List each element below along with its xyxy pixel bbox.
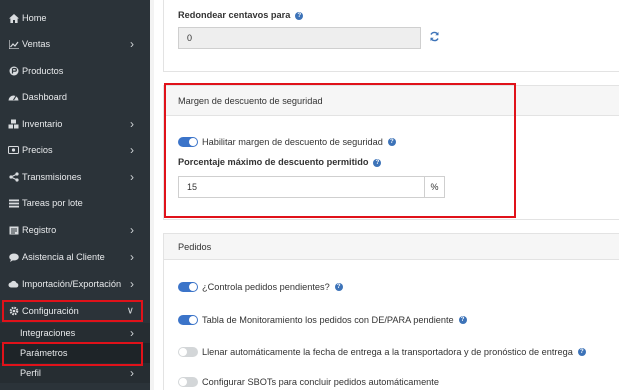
product-icon bbox=[8, 66, 19, 77]
sidebar-item-tareas[interactable]: Tareas por lote bbox=[0, 192, 150, 214]
sidebar-subitem-label: Perfil bbox=[20, 368, 41, 378]
sidebar-item-label: Importación/Exportación bbox=[22, 279, 122, 289]
rounding-card: Redondear centavos para? 0 bbox=[163, 0, 619, 72]
discount-margin-card: Margen de descuento de seguridad Habilit… bbox=[163, 85, 619, 220]
enable-margin-row: Habilitar margen de descuento de segurid… bbox=[178, 137, 396, 147]
enable-margin-toggle[interactable] bbox=[178, 137, 198, 147]
gear-icon bbox=[8, 306, 19, 317]
sidebar-subitem-parametros[interactable]: Parámetros bbox=[0, 343, 150, 363]
orders-toggle-row: ¿Controla pedidos pendientes?? bbox=[178, 282, 343, 292]
discount-margin-title: Margen de descuento de seguridad bbox=[164, 86, 619, 116]
sidebar-item-label: Inventario bbox=[22, 119, 63, 129]
auto-delivery-date-toggle[interactable] bbox=[178, 347, 198, 357]
help-icon[interactable]: ? bbox=[295, 11, 304, 20]
chevron-right-icon: › bbox=[130, 143, 134, 157]
sidebar-item-transmisiones[interactable]: Transmisiones › bbox=[0, 166, 150, 188]
max-discount-label: Porcentaje máximo de descuento permitido… bbox=[178, 157, 382, 167]
chevron-right-icon: › bbox=[130, 117, 134, 131]
register-icon bbox=[8, 225, 19, 236]
help-icon[interactable]: ? bbox=[387, 138, 396, 146]
chevron-right-icon: › bbox=[130, 277, 134, 291]
chevron-down-icon: ∨ bbox=[126, 305, 134, 317]
sidebar-subitem-integraciones[interactable]: Integraciones › bbox=[0, 323, 150, 343]
sidebar-item-asistencia[interactable]: Asistencia al Cliente › bbox=[0, 246, 150, 268]
orders-toggle-row: Configurar SBOTs para concluir pedidos a… bbox=[178, 377, 439, 387]
sidebar-subitem-label: Parámetros bbox=[20, 348, 68, 358]
chevron-right-icon: › bbox=[130, 366, 134, 380]
orders-toggle-row: Llenar automáticamente la fecha de entre… bbox=[178, 347, 586, 357]
sidebar-item-label: Configuración bbox=[22, 306, 79, 316]
chevron-right-icon: › bbox=[130, 326, 134, 340]
inventory-icon bbox=[8, 119, 19, 130]
sidebar-item-ventas[interactable]: Ventas › bbox=[0, 33, 150, 55]
sidebar-item-label: Dashboard bbox=[22, 92, 67, 102]
share-icon bbox=[8, 172, 19, 183]
orders-title: Pedidos bbox=[164, 234, 619, 260]
tasks-icon bbox=[8, 198, 19, 209]
monitoring-table-toggle[interactable] bbox=[178, 315, 198, 325]
help-icon[interactable]: ? bbox=[458, 316, 467, 324]
sidebar: Home Ventas › Productos Dashboard Invent… bbox=[0, 0, 150, 390]
sidebar-item-productos[interactable]: Productos bbox=[0, 60, 150, 82]
pending-orders-toggle[interactable] bbox=[178, 282, 198, 292]
home-icon bbox=[8, 13, 19, 24]
orders-card: Pedidos ¿Controla pedidos pendientes?? T… bbox=[163, 233, 619, 390]
sidebar-subitem-label: Integraciones bbox=[20, 328, 76, 338]
sidebar-item-label: Transmisiones bbox=[22, 172, 82, 182]
sidebar-item-label: Registro bbox=[22, 225, 57, 235]
sidebar-subitem-perfil[interactable]: Perfil › bbox=[0, 363, 150, 383]
sidebar-item-label: Ventas bbox=[22, 39, 51, 49]
sidebar-item-label: Home bbox=[22, 13, 47, 23]
content-gutter bbox=[150, 0, 154, 390]
price-icon bbox=[8, 145, 19, 156]
sidebar-item-label: Precios bbox=[22, 145, 53, 155]
chevron-right-icon: › bbox=[130, 170, 134, 184]
chat-icon bbox=[8, 252, 19, 263]
dashboard-icon bbox=[8, 92, 19, 103]
rounding-label: Redondear centavos para? bbox=[178, 10, 304, 20]
orders-toggle-row: Tabla de Monitoramiento los pedidos con … bbox=[178, 315, 467, 325]
sidebar-item-precios[interactable]: Precios › bbox=[0, 139, 150, 161]
cloud-icon bbox=[8, 279, 19, 290]
chart-icon bbox=[8, 39, 19, 50]
help-icon[interactable]: ? bbox=[334, 283, 343, 291]
refresh-icon[interactable] bbox=[429, 31, 440, 44]
sidebar-item-inventario[interactable]: Inventario › bbox=[0, 113, 150, 135]
sidebar-item-home[interactable]: Home bbox=[0, 7, 150, 29]
sidebar-item-importacion[interactable]: Importación/Exportación › bbox=[0, 273, 150, 295]
chevron-right-icon: › bbox=[130, 250, 134, 264]
sidebar-item-label: Tareas por lote bbox=[22, 198, 83, 208]
percent-addon: % bbox=[424, 176, 445, 198]
help-icon[interactable]: ? bbox=[577, 348, 586, 356]
sidebar-item-dashboard[interactable]: Dashboard bbox=[0, 86, 150, 108]
chevron-right-icon: › bbox=[130, 223, 134, 237]
sidebar-item-configuracion[interactable]: Configuración ∨ bbox=[0, 300, 150, 322]
rounding-input[interactable]: 0 bbox=[178, 27, 421, 49]
sidebar-item-label: Productos bbox=[22, 66, 64, 76]
sidebar-item-registro[interactable]: Registro › bbox=[0, 219, 150, 241]
chevron-right-icon: › bbox=[130, 37, 134, 51]
sbots-toggle[interactable] bbox=[178, 377, 198, 387]
help-icon[interactable]: ? bbox=[373, 158, 382, 167]
sidebar-item-label: Asistencia al Cliente bbox=[22, 252, 105, 262]
max-discount-input[interactable]: 15 bbox=[178, 176, 425, 198]
